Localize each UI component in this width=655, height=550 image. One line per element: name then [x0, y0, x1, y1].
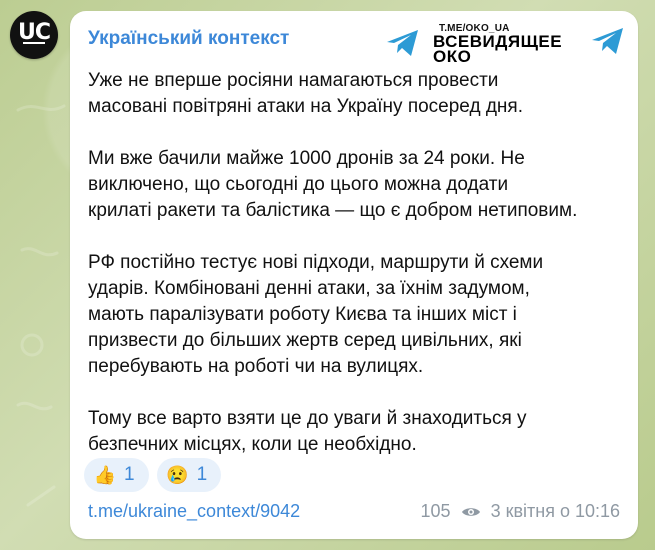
message-paragraph-2: Ми вже бачили майже 1000 дронів за 24 ро… [88, 148, 578, 221]
message-footer: t.me/ukraine_context/9042 105 3 квітня о… [88, 501, 620, 525]
channel-name[interactable]: Український контекст [88, 28, 289, 50]
reaction-crying-face[interactable]: 😢 1 [156, 458, 222, 492]
message-text: Уже не вперше росіяни намагаються провес… [88, 68, 608, 484]
timestamp: 3 квітня о 10:16 [490, 501, 620, 521]
reactions-row: 👍 1 😢 1 [84, 458, 222, 492]
message-paragraph-4: Тому все варто взяти це до уваги й знахо… [88, 408, 527, 455]
view-count: 105 [420, 501, 451, 521]
watermark: T.ME/OKO_UA ВСЕВИДЯЩЕЕ ОКО [383, 21, 628, 66]
eye-icon [461, 507, 480, 516]
message-paragraph-1: Уже не вперше росіяни намагаються провес… [88, 70, 523, 117]
avatar-text: UC [17, 20, 51, 45]
watermark-title: ВСЕВИДЯЩЕЕ ОКО [433, 32, 563, 66]
message-link[interactable]: t.me/ukraine_context/9042 [88, 501, 300, 522]
channel-avatar: UC [10, 11, 58, 59]
telegram-icon [592, 28, 623, 54]
thumbs-up-icon: 👍 [93, 465, 117, 485]
reaction-count: 1 [196, 464, 208, 485]
reaction-thumbs-up[interactable]: 👍 1 [84, 458, 149, 492]
crying-face-icon: 😢 [166, 465, 189, 485]
message-bubble: Український контекст T.ME/OKO_UA ВСЕВИДЯ… [70, 11, 638, 539]
message-meta: 105 3 квітня о 10:16 [421, 501, 620, 522]
avatar-underline [23, 42, 45, 44]
message-paragraph-3: РФ постійно тестує нові підходи, маршрут… [88, 252, 544, 377]
telegram-icon [387, 30, 418, 56]
reaction-count: 1 [124, 464, 135, 485]
